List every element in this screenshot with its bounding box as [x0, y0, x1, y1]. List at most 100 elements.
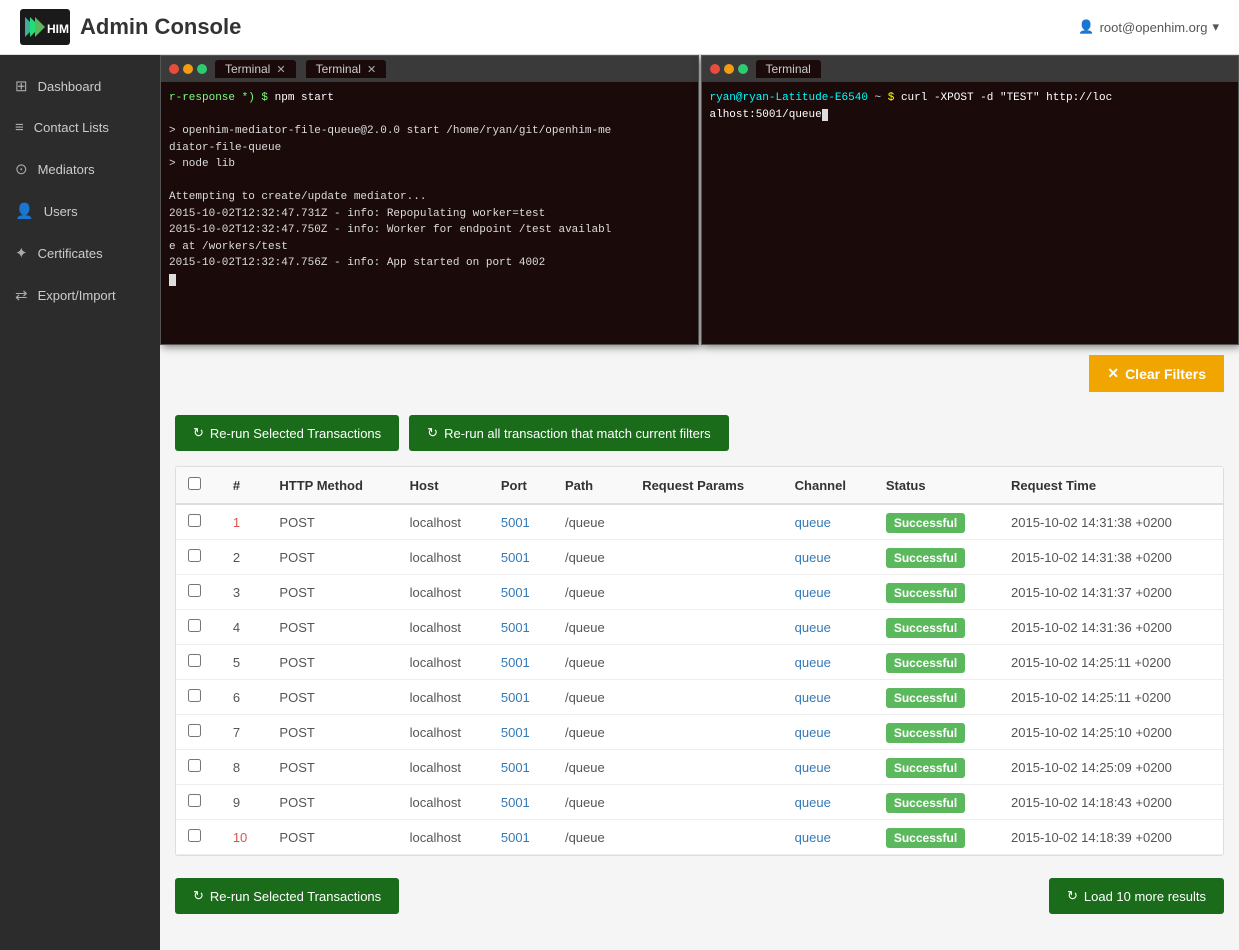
row-path-6: /queue [553, 715, 630, 750]
maximize-dot-r[interactable] [738, 64, 748, 74]
status-badge-1: Successful [886, 548, 965, 568]
minimize-dot[interactable] [183, 64, 193, 74]
row-checkbox-1[interactable] [176, 540, 221, 575]
sidebar-item-mediators[interactable]: ⊙ Mediators [0, 148, 160, 190]
terminal-tab-1[interactable]: Terminal ✕ [215, 60, 296, 78]
close-dot[interactable] [169, 64, 179, 74]
tab-close-2[interactable]: ✕ [367, 63, 376, 76]
maximize-dot[interactable] [197, 64, 207, 74]
row-params-6 [630, 715, 782, 750]
row-select-9[interactable] [188, 829, 201, 842]
row-select-7[interactable] [188, 759, 201, 772]
terminal-left-body[interactable]: r-response *) $ npm start > openhim-medi… [161, 82, 698, 344]
row-select-8[interactable] [188, 794, 201, 807]
row-id-5[interactable]: 6 [221, 680, 268, 715]
load-more-label: Load 10 more results [1084, 889, 1206, 904]
certificates-icon: ✦ [15, 244, 28, 262]
row-select-5[interactable] [188, 689, 201, 702]
rerun-all-button[interactable]: ↻ Re-run all transaction that match curr… [409, 415, 729, 451]
rerun-selected-button-top[interactable]: ↻ Re-run Selected Transactions [175, 415, 399, 451]
sidebar-item-export-import[interactable]: ⇄ Export/Import [0, 274, 160, 316]
row-checkbox-0[interactable] [176, 504, 221, 540]
row-select-3[interactable] [188, 619, 201, 632]
row-params-3 [630, 610, 782, 645]
table-row: 2 POST localhost 5001 /queue queue Succe… [176, 540, 1223, 575]
terminal-line-3: > openhim-mediator-file-queue@2.0.0 star… [169, 123, 690, 140]
row-id-3[interactable]: 4 [221, 610, 268, 645]
tab-close-1[interactable]: ✕ [276, 63, 285, 76]
row-time-6: 2015-10-02 14:25:10 +0200 [999, 715, 1223, 750]
row-host-6: localhost [398, 715, 489, 750]
row-path-0: /queue [553, 504, 630, 540]
row-params-9 [630, 820, 782, 855]
refresh-icon-2: ↻ [427, 425, 438, 441]
terminal-tab-right[interactable]: Terminal [756, 60, 821, 78]
row-id-6[interactable]: 7 [221, 715, 268, 750]
row-id-7[interactable]: 8 [221, 750, 268, 785]
contact-lists-icon: ≡ [15, 119, 24, 136]
sidebar-item-dashboard[interactable]: ⊞ Dashboard [0, 65, 160, 107]
minimize-dot-r[interactable] [724, 64, 734, 74]
row-params-0 [630, 504, 782, 540]
user-menu[interactable]: 👤 root@openhim.org ▾ [1078, 19, 1219, 35]
tab-label-1: Terminal [225, 62, 270, 76]
row-method-0: POST [267, 504, 397, 540]
row-checkbox-6[interactable] [176, 715, 221, 750]
row-id-0[interactable]: 1 [221, 504, 268, 540]
row-checkbox-5[interactable] [176, 680, 221, 715]
terminal-right-titlebar: Terminal [702, 56, 1239, 82]
username: root@openhim.org [1100, 20, 1208, 35]
terminal-right-line-2: alhost:5001/queue [710, 107, 1231, 124]
row-host-9: localhost [398, 820, 489, 855]
row-id-2[interactable]: 3 [221, 575, 268, 610]
row-port-0: 5001 [489, 504, 553, 540]
row-checkbox-3[interactable] [176, 610, 221, 645]
close-dot-r[interactable] [710, 64, 720, 74]
output-2: diator-file-queue [169, 142, 281, 154]
select-all-checkbox[interactable] [188, 477, 201, 490]
terminal-left-titlebar: Terminal ✕ Terminal ✕ [161, 56, 698, 82]
refresh-icon-3: ↻ [193, 888, 204, 904]
row-time-2: 2015-10-02 14:31:37 +0200 [999, 575, 1223, 610]
row-time-4: 2015-10-02 14:25:11 +0200 [999, 645, 1223, 680]
openhim-logo: HIM [20, 9, 70, 45]
terminal-cursor [169, 272, 690, 289]
user-icon: 👤 [1078, 19, 1094, 35]
row-checkbox-8[interactable] [176, 785, 221, 820]
rerun-selected-button-bottom[interactable]: ↻ Re-run Selected Transactions [175, 878, 399, 914]
export-import-icon: ⇄ [15, 286, 28, 304]
sidebar-item-certificates[interactable]: ✦ Certificates [0, 232, 160, 274]
row-checkbox-7[interactable] [176, 750, 221, 785]
load-more-button[interactable]: ↻ Load 10 more results [1049, 878, 1224, 914]
clear-filters-button[interactable]: ✕ Clear Filters [1089, 355, 1224, 392]
row-checkbox-2[interactable] [176, 575, 221, 610]
sidebar-label-users: Users [44, 204, 78, 219]
row-channel-3: queue [783, 610, 874, 645]
row-select-1[interactable] [188, 549, 201, 562]
terminal-tab-2[interactable]: Terminal ✕ [306, 60, 387, 78]
dashboard-icon: ⊞ [15, 77, 28, 95]
row-status-1: Successful [874, 540, 999, 575]
window-controls-right [710, 64, 748, 74]
row-params-7 [630, 750, 782, 785]
row-channel-2: queue [783, 575, 874, 610]
sidebar-item-contact-lists[interactable]: ≡ Contact Lists [0, 107, 160, 148]
row-checkbox-9[interactable] [176, 820, 221, 855]
row-status-0: Successful [874, 504, 999, 540]
sidebar-item-users[interactable]: 👤 Users [0, 190, 160, 232]
row-checkbox-4[interactable] [176, 645, 221, 680]
status-badge-4: Successful [886, 653, 965, 673]
terminal-right-body[interactable]: ryan@ryan-Latitude-E6540 ~ $ curl -XPOST… [702, 82, 1239, 344]
row-select-0[interactable] [188, 514, 201, 527]
row-select-4[interactable] [188, 654, 201, 667]
navbar: HIM Admin Console 👤 root@openhim.org ▾ [0, 0, 1239, 55]
row-id-4[interactable]: 5 [221, 645, 268, 680]
transactions-table: # HTTP Method Host Port Path Request Par… [176, 467, 1223, 855]
row-id-9[interactable]: 10 [221, 820, 268, 855]
row-select-6[interactable] [188, 724, 201, 737]
row-id-8[interactable]: 9 [221, 785, 268, 820]
row-select-2[interactable] [188, 584, 201, 597]
table-row: 4 POST localhost 5001 /queue queue Succe… [176, 610, 1223, 645]
app-title: Admin Console [80, 14, 241, 40]
row-id-1[interactable]: 2 [221, 540, 268, 575]
